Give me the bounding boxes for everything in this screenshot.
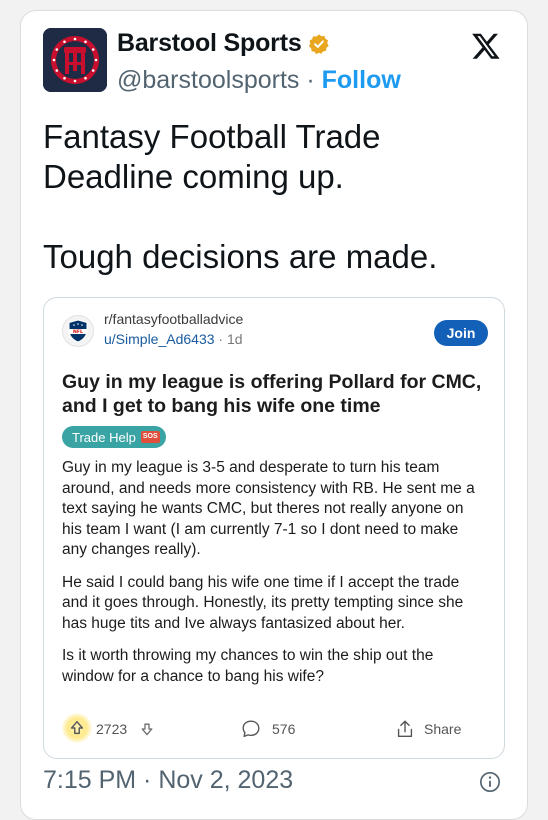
post-flair[interactable]: Trade Help SOS: [62, 426, 166, 448]
x-logo-icon[interactable]: [471, 31, 501, 61]
share-label: Share: [424, 721, 462, 737]
post-body: Guy in my league is 3-5 and desperate to…: [62, 458, 486, 699]
downvote-icon[interactable]: [139, 721, 155, 737]
post-paragraph: Is it worth throwing my chances to win t…: [62, 647, 434, 685]
tweet-timestamp[interactable]: 7:15 PM · Nov 2, 2023: [43, 766, 293, 795]
subreddit-name[interactable]: r/fantasyfootballadvice: [104, 311, 243, 327]
account-handle[interactable]: @barstoolsports: [117, 66, 299, 94]
age-separator: ·: [218, 331, 224, 347]
sos-emoji-icon: SOS: [140, 431, 160, 443]
verified-badge-icon: [308, 33, 329, 54]
account-name[interactable]: Barstool Sports: [117, 29, 302, 58]
flair-label: Trade Help: [72, 429, 136, 445]
post-author[interactable]: u/Simple_Ad6433: [104, 331, 215, 347]
comments-button[interactable]: 576: [240, 716, 295, 742]
barstool-logo-icon: [43, 28, 107, 92]
post-paragraph: Guy in my league is 3-5 and desperate to…: [62, 459, 475, 558]
upvote-button[interactable]: [62, 713, 92, 743]
tweet-line: Tough decisions are made.: [43, 238, 438, 275]
tweet-card: Barstool Sports @barstoolsports · Follow…: [20, 10, 528, 820]
embedded-reddit-post[interactable]: NFL r/fantasyfootballadvice u/Simple_Ad6…: [43, 297, 505, 759]
upvote-count: 2723: [96, 721, 128, 737]
follow-button[interactable]: Follow: [322, 66, 401, 94]
info-icon[interactable]: [479, 771, 501, 793]
join-button[interactable]: Join: [434, 320, 488, 346]
post-paragraph: He said I could bang his wife one time i…: [62, 573, 464, 632]
comment-count: 576: [272, 721, 296, 737]
tweet-line: Fantasy Football Trade Deadline coming u…: [43, 118, 381, 195]
handle-separator: ·: [306, 66, 315, 94]
share-icon: [397, 720, 413, 738]
vote-group: 2723: [62, 713, 155, 743]
comment-icon: [242, 720, 260, 738]
svg-text:NFL: NFL: [73, 329, 83, 335]
tweet-text: Fantasy Football Trade Deadline coming u…: [43, 117, 513, 277]
post-title[interactable]: Guy in my league is offering Pollard for…: [62, 370, 482, 418]
post-actions: 2723 576 Share: [62, 713, 492, 743]
share-button[interactable]: Share: [394, 716, 461, 742]
barstool-avatar[interactable]: [43, 28, 107, 92]
post-age: 1d: [226, 331, 243, 347]
upvote-icon: [70, 720, 84, 735]
nfl-shield-icon: NFL: [68, 319, 88, 343]
subreddit-icon[interactable]: NFL: [62, 315, 94, 347]
